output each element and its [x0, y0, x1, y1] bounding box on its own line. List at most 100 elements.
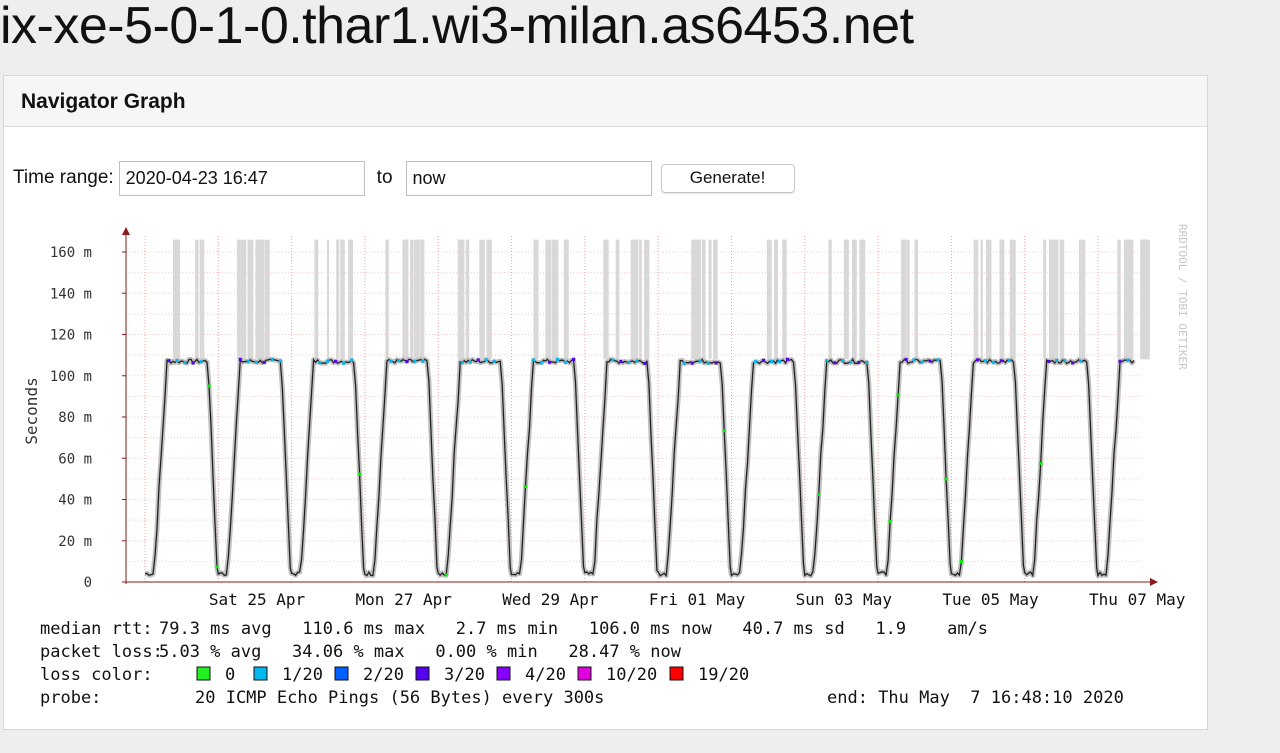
smoke-spike [1059, 239, 1065, 360]
x-tick-label: Tue 05 May [942, 590, 1039, 609]
smoke-spike [782, 239, 787, 360]
x-tick-label: Sun 03 May [796, 590, 893, 609]
loss-dot [389, 359, 393, 363]
loss-dot [1063, 359, 1067, 363]
loss-dot [714, 361, 718, 365]
smoke-spike [336, 239, 340, 360]
loss-dot [928, 359, 932, 363]
smoke-spike [236, 239, 241, 360]
loss-dot [421, 359, 425, 363]
loss-dot [753, 360, 757, 364]
smoke-band [144, 356, 1136, 579]
y-tick-label: 160 m [50, 245, 92, 261]
loss-dot [175, 359, 179, 363]
smokeping-graph: 0 20 m 40 m 60 m 80 m 100 m 120 m 140 m 160 m Sat… [22, 224, 1189, 708]
loss-dot [326, 359, 330, 363]
loss-dot [492, 359, 496, 363]
smoke-spike [914, 239, 919, 360]
loss-dot [849, 360, 853, 364]
loss-dot [959, 560, 963, 564]
loss-dot [564, 360, 568, 364]
loss-dot [183, 361, 187, 365]
smoke-spike [1043, 239, 1047, 360]
loss-dot [1071, 361, 1075, 365]
loss-dot [777, 360, 781, 364]
loss-dot [358, 472, 362, 476]
navigator-panel: Navigator Graph Time range: to Generate!… [3, 75, 1208, 730]
loss-color-label: 10/20 [606, 665, 657, 685]
loss-dot [572, 357, 576, 361]
y-axis-label: Seconds [22, 377, 41, 444]
loss-dot [999, 359, 1003, 363]
legend: median rtt: 79.3 ms avg 110.6 ms max 2.7… [40, 619, 1124, 708]
smoke-spike [533, 239, 537, 360]
legend-loss-values: 5.03 % avg 34.06 % max 0.00 % min 28.47 … [159, 642, 682, 662]
y-tick-label: 20 m [58, 534, 92, 550]
loss-color-label: 3/20 [444, 665, 485, 685]
loss-dot [1126, 358, 1130, 362]
smoke-spike [385, 239, 389, 360]
smoke-spike [1009, 239, 1016, 360]
smoke-spike [775, 239, 779, 360]
loss-dot [761, 358, 765, 362]
smoke-spike [348, 239, 354, 360]
x-tick-label: Thu 07 May [1089, 590, 1186, 609]
loss-dot [975, 358, 979, 362]
loss-color-label: 2/20 [363, 665, 404, 685]
loss-dot [833, 361, 837, 365]
smoke-spike [701, 239, 706, 360]
loss-dot [619, 359, 623, 363]
smoke-spike [465, 239, 470, 360]
loss-dot [444, 573, 448, 577]
loss-color-label: 1/20 [282, 665, 323, 685]
smoke-spike [247, 239, 254, 360]
legend-median-label: median rtt: [40, 619, 153, 639]
loss-color-label: 4/20 [525, 665, 566, 685]
loss-dot [912, 358, 916, 362]
x-tick-label: Sat 25 Apr [209, 590, 306, 609]
smoke-spike [859, 239, 865, 360]
loss-dot [991, 360, 995, 364]
loss-dot [983, 359, 987, 363]
smoke-spike [402, 239, 409, 360]
loss-dot [635, 359, 639, 363]
smoke-spike [419, 239, 425, 360]
loss-dot [468, 360, 472, 364]
smoke-spike [1117, 239, 1121, 360]
smoke-spike [545, 239, 552, 360]
loss-dot [532, 358, 536, 362]
loss-dot [215, 565, 219, 569]
smoke-spike [255, 239, 261, 360]
smoke-spike [1078, 239, 1082, 360]
x-axis-arrow [1150, 578, 1158, 586]
loss-dot [246, 360, 250, 364]
smoke-spike [240, 239, 247, 360]
smoke-spike [1081, 239, 1086, 360]
smoke-spike [1140, 239, 1144, 360]
page-title: ix-xe-5-0-1-0.thar1.wi3-milan.as6453.net [0, 0, 914, 55]
smoke-spike [1049, 239, 1055, 360]
loss-dot [722, 429, 726, 433]
smoke-spike [199, 239, 204, 360]
loss-dot [238, 357, 242, 361]
smoke-spike [691, 239, 697, 360]
legend-end-value: end: Thu May 7 16:48:10 2020 [827, 688, 1124, 708]
loss-color-swatch [196, 666, 211, 681]
smoke-spike [486, 239, 492, 360]
loss-dot [706, 361, 710, 365]
smoke-spike [634, 239, 639, 360]
smoke-spike [828, 239, 832, 360]
loss-dot [476, 358, 480, 362]
y-tick-label: 80 m [58, 410, 92, 426]
loss-dot [342, 361, 346, 365]
smoke-spike [644, 239, 650, 360]
legend-loss-label: packet loss: [40, 642, 163, 662]
loss-dot [682, 361, 686, 365]
legend-color-label: loss color: [40, 665, 153, 685]
smoke-spike [695, 239, 701, 360]
smoke-spike [414, 239, 420, 360]
y-tick-label: 120 m [50, 328, 92, 344]
smoke-spike [980, 239, 983, 360]
smoke-spike [195, 239, 199, 360]
legend-probe-label: probe: [40, 688, 101, 708]
